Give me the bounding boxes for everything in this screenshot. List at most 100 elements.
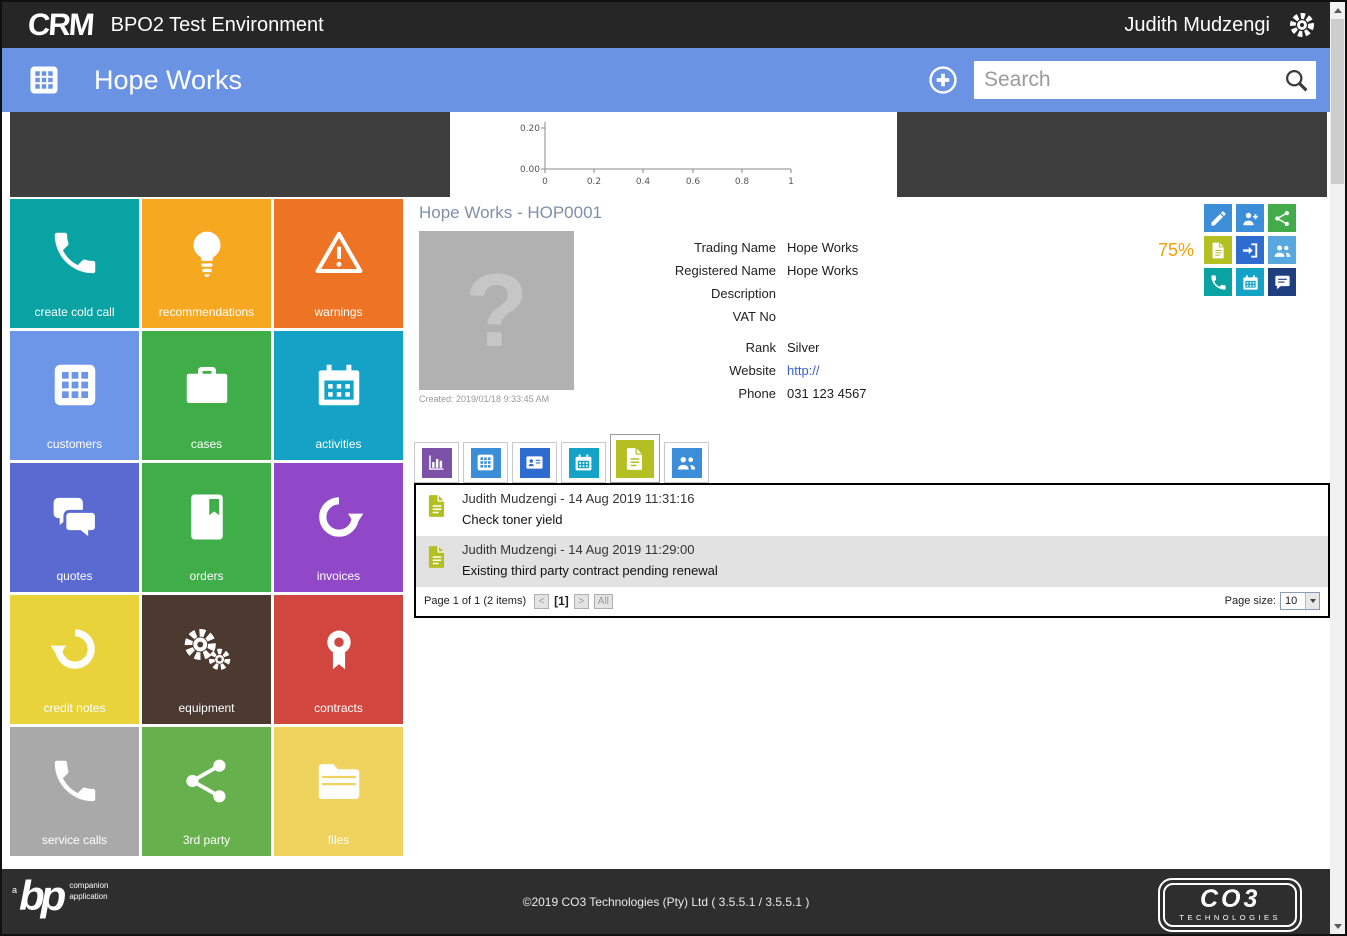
pager-prev-button[interactable]: < <box>534 593 550 609</box>
created-timestamp: Created: 2019/01/18 9:33:45 AM <box>419 394 550 404</box>
field-value: Hope Works <box>787 263 859 278</box>
contact-card-icon <box>524 452 545 473</box>
scroll-up-button[interactable] <box>1330 2 1345 18</box>
photo-question-mark: ? <box>464 252 529 369</box>
tab-people[interactable] <box>664 442 709 483</box>
note-body: Check toner yield <box>462 512 563 527</box>
note-icon <box>424 492 450 520</box>
folder-icon <box>312 754 366 808</box>
tile-label: orders <box>189 569 224 583</box>
note-item[interactable]: Judith Mudzengi - 14 Aug 2019 11:31:16 C… <box>416 485 1328 536</box>
completeness-percent: 75% <box>1157 240 1194 260</box>
dashboard-panel-right <box>897 112 1327 197</box>
customer-photo-placeholder[interactable]: ? <box>419 231 574 390</box>
tile-files[interactable]: files <box>274 727 403 856</box>
mini-chart-panel: 0.20 0.00 0 0.2 0.4 0.6 0.8 1 <box>457 112 890 197</box>
calendar-action-button[interactable] <box>1236 268 1264 296</box>
note-author-line: Judith Mudzengi - 14 Aug 2019 11:31:16 <box>462 491 695 506</box>
customers-module-icon[interactable] <box>26 62 62 98</box>
y-tick-label: 0.00 <box>520 165 540 175</box>
tile-contracts[interactable]: contracts <box>274 595 403 724</box>
chart-icon <box>426 452 447 473</box>
share-action-button[interactable] <box>1268 204 1296 232</box>
field-row-website: Website http:// <box>558 359 1168 382</box>
chat-action-button[interactable] <box>1268 268 1296 296</box>
tile-recommendations[interactable]: recommendations <box>142 199 271 328</box>
tile-service-calls[interactable]: service calls <box>10 727 139 856</box>
tile-warnings[interactable]: warnings <box>274 199 403 328</box>
pager-current-page: [1] <box>554 594 569 608</box>
tab-contacts[interactable] <box>512 442 557 483</box>
field-value: Hope Works <box>787 240 859 255</box>
share-nodes-icon <box>180 754 234 808</box>
x-tick-label: 0.8 <box>735 177 750 187</box>
note-body: Existing third party contract pending re… <box>462 563 718 578</box>
tab-dashboard[interactable] <box>414 442 459 483</box>
module-header-bar: Hope Works <box>2 48 1330 112</box>
tab-icon-square <box>671 447 702 478</box>
tile-3rd-party[interactable]: 3rd party <box>142 727 271 856</box>
x-tick-label: 0 <box>542 177 548 187</box>
calendar-icon <box>1241 273 1260 292</box>
undo-arrow-icon <box>48 622 102 676</box>
chat-bubble-icon <box>1273 273 1292 292</box>
customer-fields: Trading Name Hope Works Registered Name Ho… <box>558 236 1168 405</box>
field-label: Description <box>710 286 776 301</box>
tab-company[interactable] <box>463 442 508 483</box>
crm-logo: CRM <box>26 7 94 42</box>
dashboard-strip: 0.20 0.00 0 0.2 0.4 0.6 0.8 1 <box>2 112 1330 197</box>
tile-label: credit notes <box>43 701 106 715</box>
field-row-phone: Phone 031 123 4567 <box>558 382 1168 405</box>
tab-activities[interactable] <box>561 442 606 483</box>
tab-icon-square <box>519 447 550 478</box>
sign-out-action-button[interactable] <box>1236 236 1264 264</box>
co3-logo-subtitle: TECHNOLOGIES <box>1179 913 1281 923</box>
scroll-down-button[interactable] <box>1330 918 1345 934</box>
tile-cases[interactable]: cases <box>142 331 271 460</box>
page-size-select[interactable]: 10 <box>1280 592 1320 610</box>
add-new-button[interactable] <box>926 63 960 97</box>
search-input[interactable] <box>984 68 1283 92</box>
settings-gear-icon[interactable] <box>1286 9 1318 41</box>
search-icon[interactable] <box>1283 67 1310 94</box>
tile-label: warnings <box>314 305 363 319</box>
tile-label: files <box>327 833 350 847</box>
tile-quotes[interactable]: quotes <box>10 463 139 592</box>
tile-customers[interactable]: customers <box>10 331 139 460</box>
speech-bubbles-icon <box>48 490 102 544</box>
pager-next-button[interactable]: > <box>573 593 589 609</box>
tile-label: contracts <box>314 701 363 715</box>
footer: ©2019 CO3 Technologies (Pty) Ltd ( 3.5.5… <box>2 869 1330 934</box>
tab-notes[interactable] <box>610 434 660 483</box>
call-action-button[interactable] <box>1204 268 1232 296</box>
vertical-scrollbar[interactable] <box>1330 2 1345 934</box>
scrollbar-thumb[interactable] <box>1331 19 1344 184</box>
people-action-button[interactable] <box>1268 236 1296 264</box>
tab-icon-square <box>568 447 599 478</box>
tile-equipment[interactable]: equipment <box>142 595 271 724</box>
x-tick-label: 0.6 <box>686 177 701 187</box>
tile-orders[interactable]: orders <box>142 463 271 592</box>
edit-action-button[interactable] <box>1204 204 1232 232</box>
x-tick-label: 1 <box>788 177 794 187</box>
website-link[interactable]: http:// <box>787 363 820 378</box>
tile-activities[interactable]: activities <box>274 331 403 460</box>
logged-in-user: Judith Mudzengi <box>1124 13 1270 36</box>
tile-invoices[interactable]: invoices <box>274 463 403 592</box>
tile-credit-notes[interactable]: credit notes <box>10 595 139 724</box>
field-label: Registered Name <box>674 263 776 278</box>
field-value: Silver <box>787 340 820 355</box>
note-item[interactable]: Judith Mudzengi - 14 Aug 2019 11:29:00 E… <box>416 536 1328 587</box>
gears-icon <box>180 622 234 676</box>
detail-tabs <box>414 434 709 483</box>
top-bar: CRM BPO2 Test Environment Judith Mudzeng… <box>2 2 1330 48</box>
page-title: Hope Works <box>94 64 243 95</box>
note-text-block: Judith Mudzengi - 14 Aug 2019 11:29:00 E… <box>462 542 718 578</box>
tile-label: cases <box>190 437 223 451</box>
pager-all-button[interactable]: All <box>593 593 613 609</box>
note-action-button[interactable] <box>1204 236 1232 264</box>
crm-window: CRM BPO2 Test Environment Judith Mudzeng… <box>0 0 1347 936</box>
tile-label: equipment <box>178 701 235 715</box>
add-person-action-button[interactable] <box>1236 204 1264 232</box>
tile-create-cold-call[interactable]: create cold call <box>10 199 139 328</box>
